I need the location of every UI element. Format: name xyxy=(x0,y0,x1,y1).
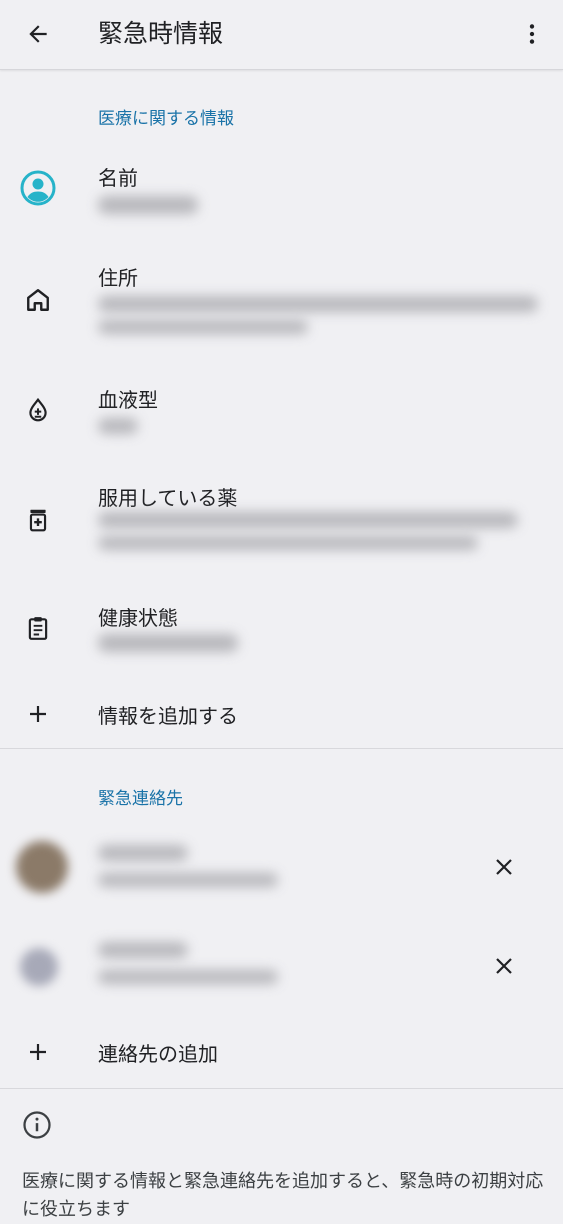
footer-info-text: 医療に関する情報と緊急連絡先を追加すると、緊急時の初期対応に役立ちます xyxy=(22,1171,544,1220)
add-info-label: 情報を追加する xyxy=(98,704,238,728)
contact-1-detail-blurred xyxy=(98,873,278,887)
page-title: 緊急時情報 xyxy=(98,19,224,48)
app-bar: 緊急時情報 xyxy=(0,0,563,70)
address-label: 住所 xyxy=(98,266,138,290)
footer-divider xyxy=(0,1088,563,1089)
home-icon xyxy=(20,282,56,318)
medication-value-blurred-line1 xyxy=(98,512,518,528)
name-label: 名前 xyxy=(98,166,138,190)
medication-row[interactable]: 服用している薬 xyxy=(0,470,563,580)
health-condition-row[interactable]: 健康状態 xyxy=(0,590,563,680)
contact-1-name-blurred xyxy=(98,845,188,861)
add-info-row[interactable]: 情報を追加する xyxy=(0,690,563,740)
address-value-blurred-line2 xyxy=(98,320,308,334)
more-vert-icon xyxy=(529,24,535,44)
more-options-button[interactable] xyxy=(512,14,552,54)
contact-avatar-1 xyxy=(16,841,68,893)
contact-row-2[interactable] xyxy=(0,922,563,1012)
medication-value-blurred-line2 xyxy=(98,536,478,550)
blood-type-row[interactable]: 血液型 xyxy=(0,372,563,462)
remove-contact-2-button[interactable] xyxy=(484,946,524,986)
add-icon xyxy=(20,1034,56,1070)
contact-avatar-2 xyxy=(20,948,58,986)
contacts-section-header: 緊急連絡先 xyxy=(98,789,183,809)
contact-2-detail-blurred xyxy=(98,970,278,984)
section-divider xyxy=(0,748,563,749)
name-value-blurred xyxy=(98,196,198,214)
arrow-back-icon xyxy=(29,25,47,43)
add-contact-label: 連絡先の追加 xyxy=(98,1042,218,1066)
name-row[interactable]: 名前 xyxy=(0,150,563,240)
info-icon xyxy=(22,1110,52,1140)
contact-row-1[interactable] xyxy=(0,825,563,915)
close-icon xyxy=(496,958,512,974)
clipboard-icon xyxy=(20,610,56,646)
blood-type-label: 血液型 xyxy=(98,388,158,412)
address-value-blurred-line1 xyxy=(98,296,538,312)
health-condition-label: 健康状態 xyxy=(98,606,178,630)
medical-section-header: 医療に関する情報 xyxy=(98,109,234,129)
address-row[interactable]: 住所 xyxy=(0,250,563,350)
blood-drop-icon xyxy=(20,392,56,428)
account-circle-icon xyxy=(20,170,56,206)
add-contact-row[interactable]: 連絡先の追加 xyxy=(0,1028,563,1078)
remove-contact-1-button[interactable] xyxy=(484,847,524,887)
back-button[interactable] xyxy=(18,14,58,54)
health-condition-value-blurred xyxy=(98,634,238,652)
add-icon xyxy=(20,696,56,732)
close-icon xyxy=(496,859,512,875)
medication-icon xyxy=(20,502,56,538)
blood-type-value-blurred xyxy=(98,418,138,434)
contact-2-name-blurred xyxy=(98,942,188,958)
medication-label: 服用している薬 xyxy=(98,486,238,510)
